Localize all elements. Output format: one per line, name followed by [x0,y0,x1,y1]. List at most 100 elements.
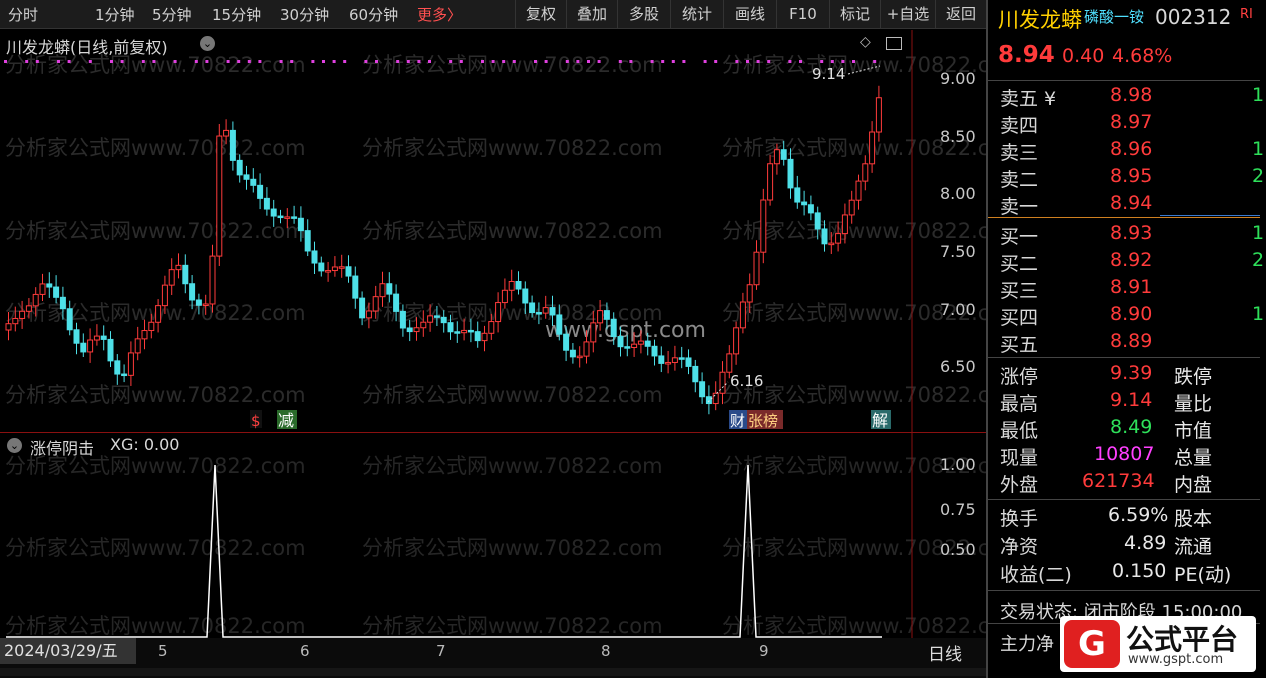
bid-row[interactable]: 买二 8.92 2 [988,249,1266,276]
signal-dot [173,60,177,63]
candle-body [100,335,107,340]
stat-row: 外盘 621734 内盘 [988,470,1266,497]
signal-dot [799,60,802,63]
signal-dot [375,60,378,63]
candle-body [114,360,121,375]
indicator-chart[interactable]: 分析家公式网www.70822.com 分析家公式网www.70822.com … [0,432,986,639]
ask-label: 卖五 ¥ [1000,88,1057,110]
candle-body [406,327,413,333]
period-60min[interactable]: 60分钟 [349,4,398,25]
candle-body [80,342,87,353]
candle-body [121,373,128,377]
signal-dot [449,60,453,63]
candle-body [773,149,780,165]
logo-mark-icon: G [1064,620,1120,668]
price-change: 0.40 [1062,45,1105,67]
signal-dot [830,60,834,63]
stat-label: 量比 [1174,393,1213,415]
draw-line-button[interactable]: 画线 [723,0,776,28]
stat-label: 换手 [1000,508,1039,530]
more-periods-button[interactable]: 更多〉 [417,4,462,25]
period-label[interactable]: 日线 [928,640,962,665]
stat-label: 内盘 [1174,474,1213,496]
candle-body [134,338,141,354]
candle-body [325,270,332,273]
candle-body [359,297,366,319]
bid-price: 8.92 [1110,249,1153,271]
candle-body [855,180,862,201]
chart-toolbar: 分时 1分钟 5分钟 15分钟 30分钟 60分钟 更多〉 复权 叠加 多股 统… [0,0,986,29]
candle-body [488,321,495,334]
signal-dot [279,60,283,63]
kline-chart[interactable]: 分析家公式网www.70822.com 分析家公式网www.70822.com … [0,30,986,432]
candle-body [501,289,508,304]
signal-dot [141,60,145,63]
signal-dot [332,60,336,63]
candle-body [875,97,882,133]
back-button[interactable]: 返回 [935,0,986,28]
candle-body [66,308,73,331]
watermark-text: 分析家公式网www.70822.com [5,614,306,638]
candle-body [692,365,699,383]
overlay-button[interactable]: 叠加 [566,0,617,28]
bid-label: 买五 [1000,334,1039,356]
candle-body [379,283,386,298]
period-5min[interactable]: 5分钟 [152,4,192,25]
bid-row[interactable]: 买四 8.90 1 [988,303,1266,330]
ask-row[interactable]: 卖五 ¥ 8.98 1 [988,84,1266,111]
statistics-button[interactable]: 统计 [670,0,723,28]
diamond-icon[interactable]: ◇ [860,34,871,50]
month-tick: 5 [158,642,168,660]
signal-dot [4,60,7,63]
month-tick: 8 [601,642,611,660]
multi-stock-button[interactable]: 多股 [617,0,670,28]
adjust-button[interactable]: 复权 [515,0,566,28]
f10-button[interactable]: F10 [776,0,829,28]
sector-label[interactable]: 磷酸一铵 [1084,6,1144,27]
month-tick: 9 [759,642,769,660]
panel-toggle-icon[interactable] [886,37,902,50]
candle-body [202,303,209,306]
period-1min[interactable]: 1分钟 [95,4,135,25]
chevron-down-icon[interactable]: ⌄ [200,36,215,51]
bid-row[interactable]: 买五 8.89 [988,330,1266,357]
bid-volume: 1 [1252,303,1265,325]
signal-dot [576,60,580,63]
bid-price: 8.91 [1110,276,1153,298]
event-marker-dragon-tiger: 张榜 [748,412,778,430]
indicator-tick: 0.50 [940,540,976,559]
ask-row[interactable]: 卖二 8.95 2 [988,165,1266,192]
period-intraday[interactable]: 分时 [8,4,38,25]
bid-label: 买二 [1000,253,1039,275]
stat-label: 净资 [1000,536,1039,558]
bid-row[interactable]: 买三 8.91 [988,276,1266,303]
mark-button[interactable]: 标记 [829,0,880,28]
period-15min[interactable]: 15分钟 [212,4,261,25]
signal-dot [756,60,760,63]
ask-row[interactable]: 卖四 8.97 [988,111,1266,138]
candle-body [352,275,359,299]
ask-label: 卖二 [1000,169,1039,191]
add-watchlist-button[interactable]: +自选 [880,0,935,28]
bid-row[interactable]: 买一 8.93 1 [988,222,1266,249]
ask-row[interactable]: 卖三 8.96 1 [988,138,1266,165]
candle-body [631,343,638,348]
candle-body [515,281,522,290]
signal-dot [110,60,113,63]
chevron-down-icon[interactable]: ⌄ [7,438,22,453]
watermark-text: 分析家公式网www.70822.com [5,136,306,160]
signal-dot [25,60,29,63]
candle-body [603,310,610,320]
bid-volume: 2 [1252,249,1265,271]
period-30min[interactable]: 30分钟 [280,4,329,25]
candle-body [257,184,264,199]
ask-volume: 2 [1252,165,1265,187]
chart-title: 川发龙蟒(日线,前复权) [6,38,168,57]
candle-body [760,199,767,253]
signal-dot [618,60,622,63]
stat-value: 0.150 [1112,560,1167,582]
candle-body [617,336,624,348]
candle-body [522,288,529,304]
price-tick: 8.50 [940,127,976,146]
candle-body [345,266,352,277]
